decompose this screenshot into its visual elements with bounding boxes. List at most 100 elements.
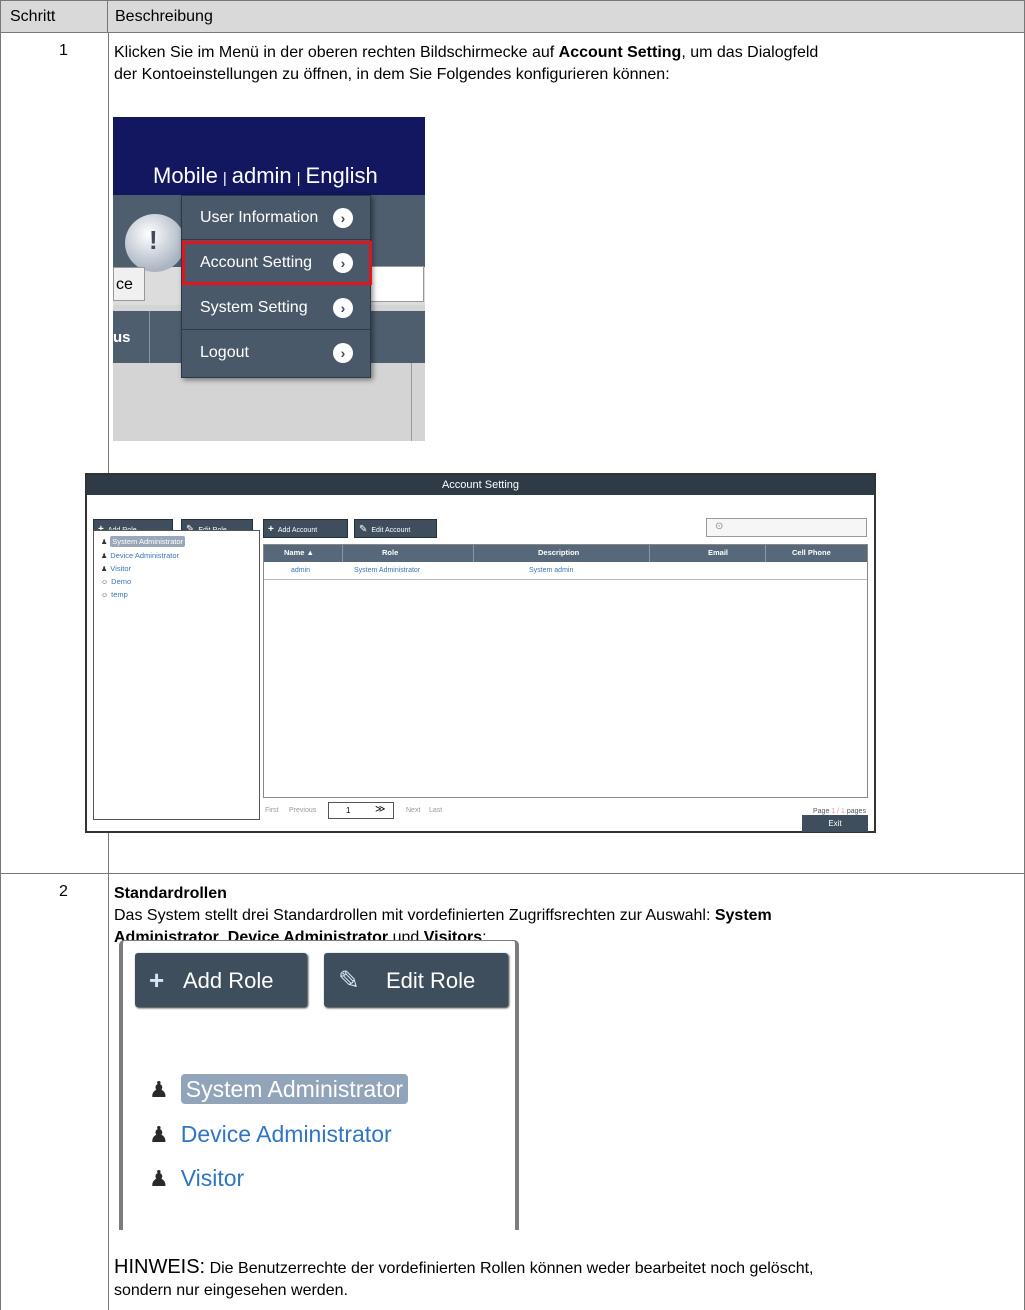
table-row[interactable]: admin System Administrator System admin [264, 562, 867, 580]
nav-admin[interactable]: admin [232, 163, 292, 188]
exclamation-bubble-icon[interactable]: ! [125, 214, 185, 272]
chevron-down-icon: ≫ [375, 804, 386, 815]
user-dropdown-menu: User Information › Account Setting › Sys… [181, 195, 372, 378]
step-1-text-line2: der Kontoeinstellungen zu öffnen, in dem… [114, 66, 670, 83]
pencil-icon: ✎ [338, 965, 360, 995]
column-header-name[interactable]: Name ▲ [284, 548, 314, 557]
step-1-text-bold: Account Setting [558, 44, 682, 61]
role-label: Visitor [180, 1165, 245, 1191]
user-icon: ♟ [149, 1166, 169, 1191]
edit-role-label: Edit Role [386, 968, 476, 993]
cell-name: admin [291, 567, 311, 574]
role-item-device-administrator[interactable]: ♟ Device Administrator [149, 1121, 392, 1148]
procedure-table: Schritt Beschreibung 1 Klicken Sie im Me… [0, 0, 1025, 1310]
note-label: HINWEIS: [114, 1256, 206, 1278]
role-label: Device Administrator [110, 551, 180, 560]
menu-item-system-setting[interactable]: System Setting › [182, 286, 372, 330]
column-divider [765, 545, 766, 562]
top-nav: Mobile | admin | English [153, 163, 378, 189]
user-icon: ♟ [149, 1122, 169, 1147]
roles-screenshot: + Add Role ✎ Edit Role ♟ System Administr… [119, 940, 519, 1230]
page-info-prefix: Page [813, 808, 832, 815]
role-item-system-administrator[interactable]: ♟ System Administrator [149, 1074, 409, 1104]
page-info-suffix: pages [844, 808, 866, 815]
role-label: Demo [111, 577, 132, 586]
plus-icon: + [268, 524, 274, 535]
pager-last[interactable]: Last [429, 807, 442, 814]
role-label: System Administrator [110, 536, 186, 547]
search-input[interactable]: ⊙ [706, 518, 867, 537]
role-item-system-administrator[interactable]: ♟ System Administrator [101, 536, 186, 547]
step-1-text-part: , um das Dialogfeld [681, 44, 819, 61]
user-group-icon: ☺ [101, 592, 109, 599]
pager-previous[interactable]: Previous [289, 807, 316, 814]
page-select-value: 1 [346, 806, 351, 815]
account-table: Name ▲ Role Description Email Cell Phone… [263, 544, 868, 798]
exit-button[interactable]: Exit [802, 815, 868, 832]
add-role-label: Add Role [183, 968, 274, 993]
step-number: 2 [59, 883, 68, 900]
role-label: System Administrator [180, 1074, 409, 1104]
menu-item-label: Logout [200, 344, 249, 361]
column-header-email[interactable]: Email [708, 548, 728, 557]
note-text-line1: Die Benutzerrechte der vordefinierten Ro… [205, 1260, 814, 1277]
column-header-description[interactable]: Description [538, 548, 579, 557]
chevron-right-icon: › [333, 343, 353, 363]
plus-icon: + [149, 965, 165, 995]
header-description: Beschreibung [115, 8, 213, 25]
nav-separator: | [296, 170, 301, 187]
dialog-title: Account Setting [87, 475, 874, 495]
menu-screenshot: Mobile | admin | English ! ce us User Inform… [113, 117, 425, 441]
step-number: 1 [59, 42, 68, 59]
menu-item-logout[interactable]: Logout › [182, 331, 372, 375]
add-role-button[interactable]: + Add Role [135, 953, 307, 1007]
edit-role-button[interactable]: ✎ Edit Role [324, 953, 508, 1007]
edit-account-button[interactable]: ✎ Edit Account [354, 519, 437, 538]
step-2-text-bold: System [714, 907, 772, 924]
role-label: Visitor [110, 564, 131, 573]
table-header: Schritt Beschreibung [0, 0, 1025, 33]
menu-item-label: User Information [200, 209, 319, 226]
role-item-visitor[interactable]: ♟ Visitor [149, 1165, 244, 1192]
step-2-text-part: Das System stellt drei Standardrollen mi… [114, 907, 715, 924]
role-list: ♟ System Administrator ♟ Device Administra… [93, 530, 260, 820]
menu-item-user-information[interactable]: User Information › [182, 196, 372, 240]
partial-column-label: us [113, 329, 131, 346]
divider [411, 363, 412, 441]
role-label: temp [111, 590, 128, 599]
step-1-text-part: Klicken Sie im Menü in der oberen rechte… [114, 44, 559, 61]
search-icon: ⊙ [715, 521, 724, 532]
role-item-device-administrator[interactable]: ♟ Device Administrator [101, 551, 179, 560]
column-header-role[interactable]: Role [382, 548, 398, 557]
add-account-label: Add Account [277, 527, 318, 534]
cell-role: System Administrator [354, 567, 421, 574]
user-group-icon: ☺ [101, 579, 109, 586]
role-item-demo[interactable]: ☺ Demo [101, 577, 131, 586]
note-text-line2: sondern nur eingesehen werden. [114, 1282, 348, 1299]
nav-separator: | [222, 170, 227, 187]
column-divider [473, 545, 474, 562]
menu-item-account-setting[interactable]: Account Setting › [182, 241, 372, 285]
partial-input[interactable] [369, 266, 424, 302]
pager-first[interactable]: First [265, 807, 279, 814]
nav-mobile[interactable]: Mobile [153, 163, 218, 188]
chevron-right-icon: › [333, 298, 353, 318]
nav-english[interactable]: English [306, 163, 378, 188]
role-item-visitor[interactable]: ♟ Visitor [101, 564, 131, 573]
page-select[interactable]: 1 ≫ [328, 802, 394, 819]
role-item-temp[interactable]: ☺ temp [101, 590, 128, 599]
add-account-button[interactable]: + Add Account [263, 519, 348, 538]
role-label: Device Administrator [180, 1121, 392, 1147]
cell-description: System admin [529, 567, 574, 574]
user-icon: ♟ [101, 539, 108, 546]
column-divider [342, 545, 343, 562]
column-divider [108, 874, 109, 1310]
step-1-text: Klicken Sie im Menü in der oberen rechte… [114, 42, 1014, 86]
page-info: Page 1 / 1 pages [813, 808, 866, 815]
exclamation-glyph: ! [149, 225, 158, 255]
column-header-cell-phone[interactable]: Cell Phone [792, 548, 831, 557]
pager-next[interactable]: Next [406, 807, 420, 814]
account-setting-dialog: Account Setting +Add Role ✎Edit Role +Ad… [85, 473, 876, 833]
note-text: HINWEIS: Die Benutzerrechte der vordefin… [114, 1256, 1019, 1302]
partial-button[interactable]: ce [113, 267, 145, 301]
